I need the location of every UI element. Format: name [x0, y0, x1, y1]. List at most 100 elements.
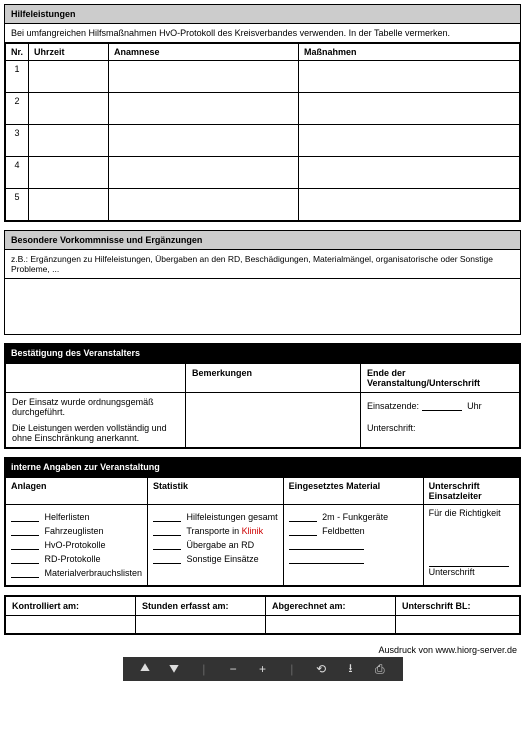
blank-line [153, 541, 181, 550]
besondere-section: Besondere Vorkommnisse und Ergänzungen z… [4, 230, 521, 335]
statistik-cell: Hilfeleistungen gesamt Transporte in Kli… [148, 505, 284, 586]
blank-line [11, 555, 39, 564]
hilfeleistungen-header: Hilfeleistungen [5, 5, 520, 24]
anlagen-item: HvO-Protokolle [11, 540, 142, 550]
row-uhrzeit [29, 125, 109, 157]
row-nr: 4 [6, 157, 29, 189]
stunden-label: Stunden erfasst am: [136, 597, 266, 616]
bestaetigung-table: Bemerkungen Ende der Veranstaltung/Unter… [5, 363, 520, 448]
anlagen-cell: Helferlisten Fahrzeuglisten HvO-Protokol… [6, 505, 148, 586]
best-sig-cell: Einsatzende: Uhr Unterschrift: [361, 393, 520, 448]
row-massnahmen [299, 189, 520, 221]
material-item: Feldbetten [289, 526, 418, 536]
blank-line [11, 541, 39, 550]
print-icon[interactable]: ⎙ [373, 662, 387, 677]
best-col1-header [6, 364, 186, 393]
blank-line [11, 513, 39, 522]
col-nr: Nr. [6, 44, 29, 61]
blank-line [289, 513, 317, 522]
interne-section: interne Angaben zur Veranstaltung Anlage… [4, 457, 521, 587]
footer-text: Ausdruck von www.hiorg-server.de [4, 643, 521, 655]
download-icon[interactable]: ⭳ [343, 659, 357, 680]
abgerechnet-value [266, 616, 396, 634]
anlagen-item: RD-Protokolle [11, 554, 142, 564]
row-anamnese [109, 61, 299, 93]
kontrolliert-label: Kontrolliert am: [6, 597, 136, 616]
unterschrift-el-header: Unterschrift Einsatzleiter [423, 478, 519, 505]
best-bemerkungen-cell [186, 393, 361, 448]
stunden-value [136, 616, 266, 634]
row-uhrzeit [29, 61, 109, 93]
blank-line [11, 569, 39, 578]
unterschrift-label: Unterschrift: [367, 423, 416, 433]
statistik-item: Hilfeleistungen gesamt [153, 512, 278, 522]
material-item-blank [289, 554, 418, 564]
row-massnahmen [299, 93, 520, 125]
hilfeleistungen-note: Bei umfangreichen Hilfsmaßnahmen HvO-Pro… [5, 24, 520, 43]
unterschrift-el-cell: Für die Richtigkeit Unterschrift [423, 505, 519, 586]
row-nr: 3 [6, 125, 29, 157]
row-uhrzeit [29, 93, 109, 125]
pdf-toolbar: | − + | ⟲ ⭳ ⎙ [123, 657, 403, 681]
uhr-label: Uhr [467, 401, 482, 411]
col-uhrzeit: Uhrzeit [29, 44, 109, 61]
table-row: 4 [6, 157, 520, 189]
blank-line [153, 527, 181, 536]
table-row: 5 [6, 189, 520, 221]
row-anamnese [109, 125, 299, 157]
blank-line [11, 527, 39, 536]
controls-section: Kontrolliert am: Stunden erfasst am: Abg… [4, 595, 521, 635]
richtigkeit-label: Für die Richtigkeit [429, 508, 514, 518]
table-row: 2 [6, 93, 520, 125]
best-col2-header: Bemerkungen [186, 364, 361, 393]
statistik-header: Statistik [148, 478, 284, 505]
col-anamnese: Anamnese [109, 44, 299, 61]
blank-line [153, 513, 181, 522]
besondere-body [5, 279, 520, 334]
row-massnahmen [299, 61, 520, 93]
unterschrift-sublabel: Unterschrift [429, 567, 514, 577]
rotate-icon[interactable]: ⟲ [314, 662, 328, 676]
unterschrift-bl-value [396, 616, 520, 634]
statistik-item: Transporte in Klinik [153, 526, 278, 536]
best-line1: Der Einsatz wurde ordnungsgemäß durchgef… [12, 397, 179, 417]
interne-header: interne Angaben zur Veranstaltung [5, 458, 520, 477]
row-anamnese [109, 157, 299, 189]
page-up-icon[interactable] [138, 662, 152, 677]
row-massnahmen [299, 157, 520, 189]
row-anamnese [109, 189, 299, 221]
material-item-blank [289, 540, 418, 550]
material-item: 2m - Funkgeräte [289, 512, 418, 522]
table-row: 3 [6, 125, 520, 157]
interne-table: Anlagen Statistik Eingesetztes Material … [5, 477, 520, 586]
statistik-item: Übergabe an RD [153, 540, 278, 550]
zoom-out-icon[interactable]: − [226, 662, 240, 676]
best-text-cell: Der Einsatz wurde ordnungsgemäß durchgef… [6, 393, 186, 448]
row-nr: 2 [6, 93, 29, 125]
row-nr: 5 [6, 189, 29, 221]
material-header: Eingesetztes Material [283, 478, 423, 505]
blank-line [289, 527, 317, 536]
hilfeleistungen-table: Nr. Uhrzeit Anamnese Maßnahmen 12345 [5, 43, 520, 221]
bestaetigung-header: Bestätigung des Veranstalters [5, 344, 520, 363]
anlagen-item: Helferlisten [11, 512, 142, 522]
controls-table: Kontrolliert am: Stunden erfasst am: Abg… [5, 596, 520, 634]
abgerechnet-label: Abgerechnet am: [266, 597, 396, 616]
divider2: | [285, 662, 299, 676]
best-line2: Die Leistungen werden vollständig und oh… [12, 423, 179, 443]
anlagen-item: Materialverbrauchslisten [11, 568, 142, 578]
page-down-icon[interactable] [167, 662, 181, 677]
blank-line [153, 555, 181, 564]
einsatzende-blank [422, 402, 462, 411]
einsatzende-label: Einsatzende: [367, 401, 419, 411]
anlagen-header: Anlagen [6, 478, 148, 505]
zoom-in-icon[interactable]: + [255, 662, 269, 676]
row-massnahmen [299, 125, 520, 157]
divider: | [197, 662, 211, 676]
blank-line [289, 555, 364, 564]
row-uhrzeit [29, 189, 109, 221]
blank-line [289, 541, 364, 550]
unterschrift-bl-label: Unterschrift BL: [396, 597, 520, 616]
best-col3-header: Ende der Veranstaltung/Unterschrift [361, 364, 520, 393]
anlagen-item: Fahrzeuglisten [11, 526, 142, 536]
